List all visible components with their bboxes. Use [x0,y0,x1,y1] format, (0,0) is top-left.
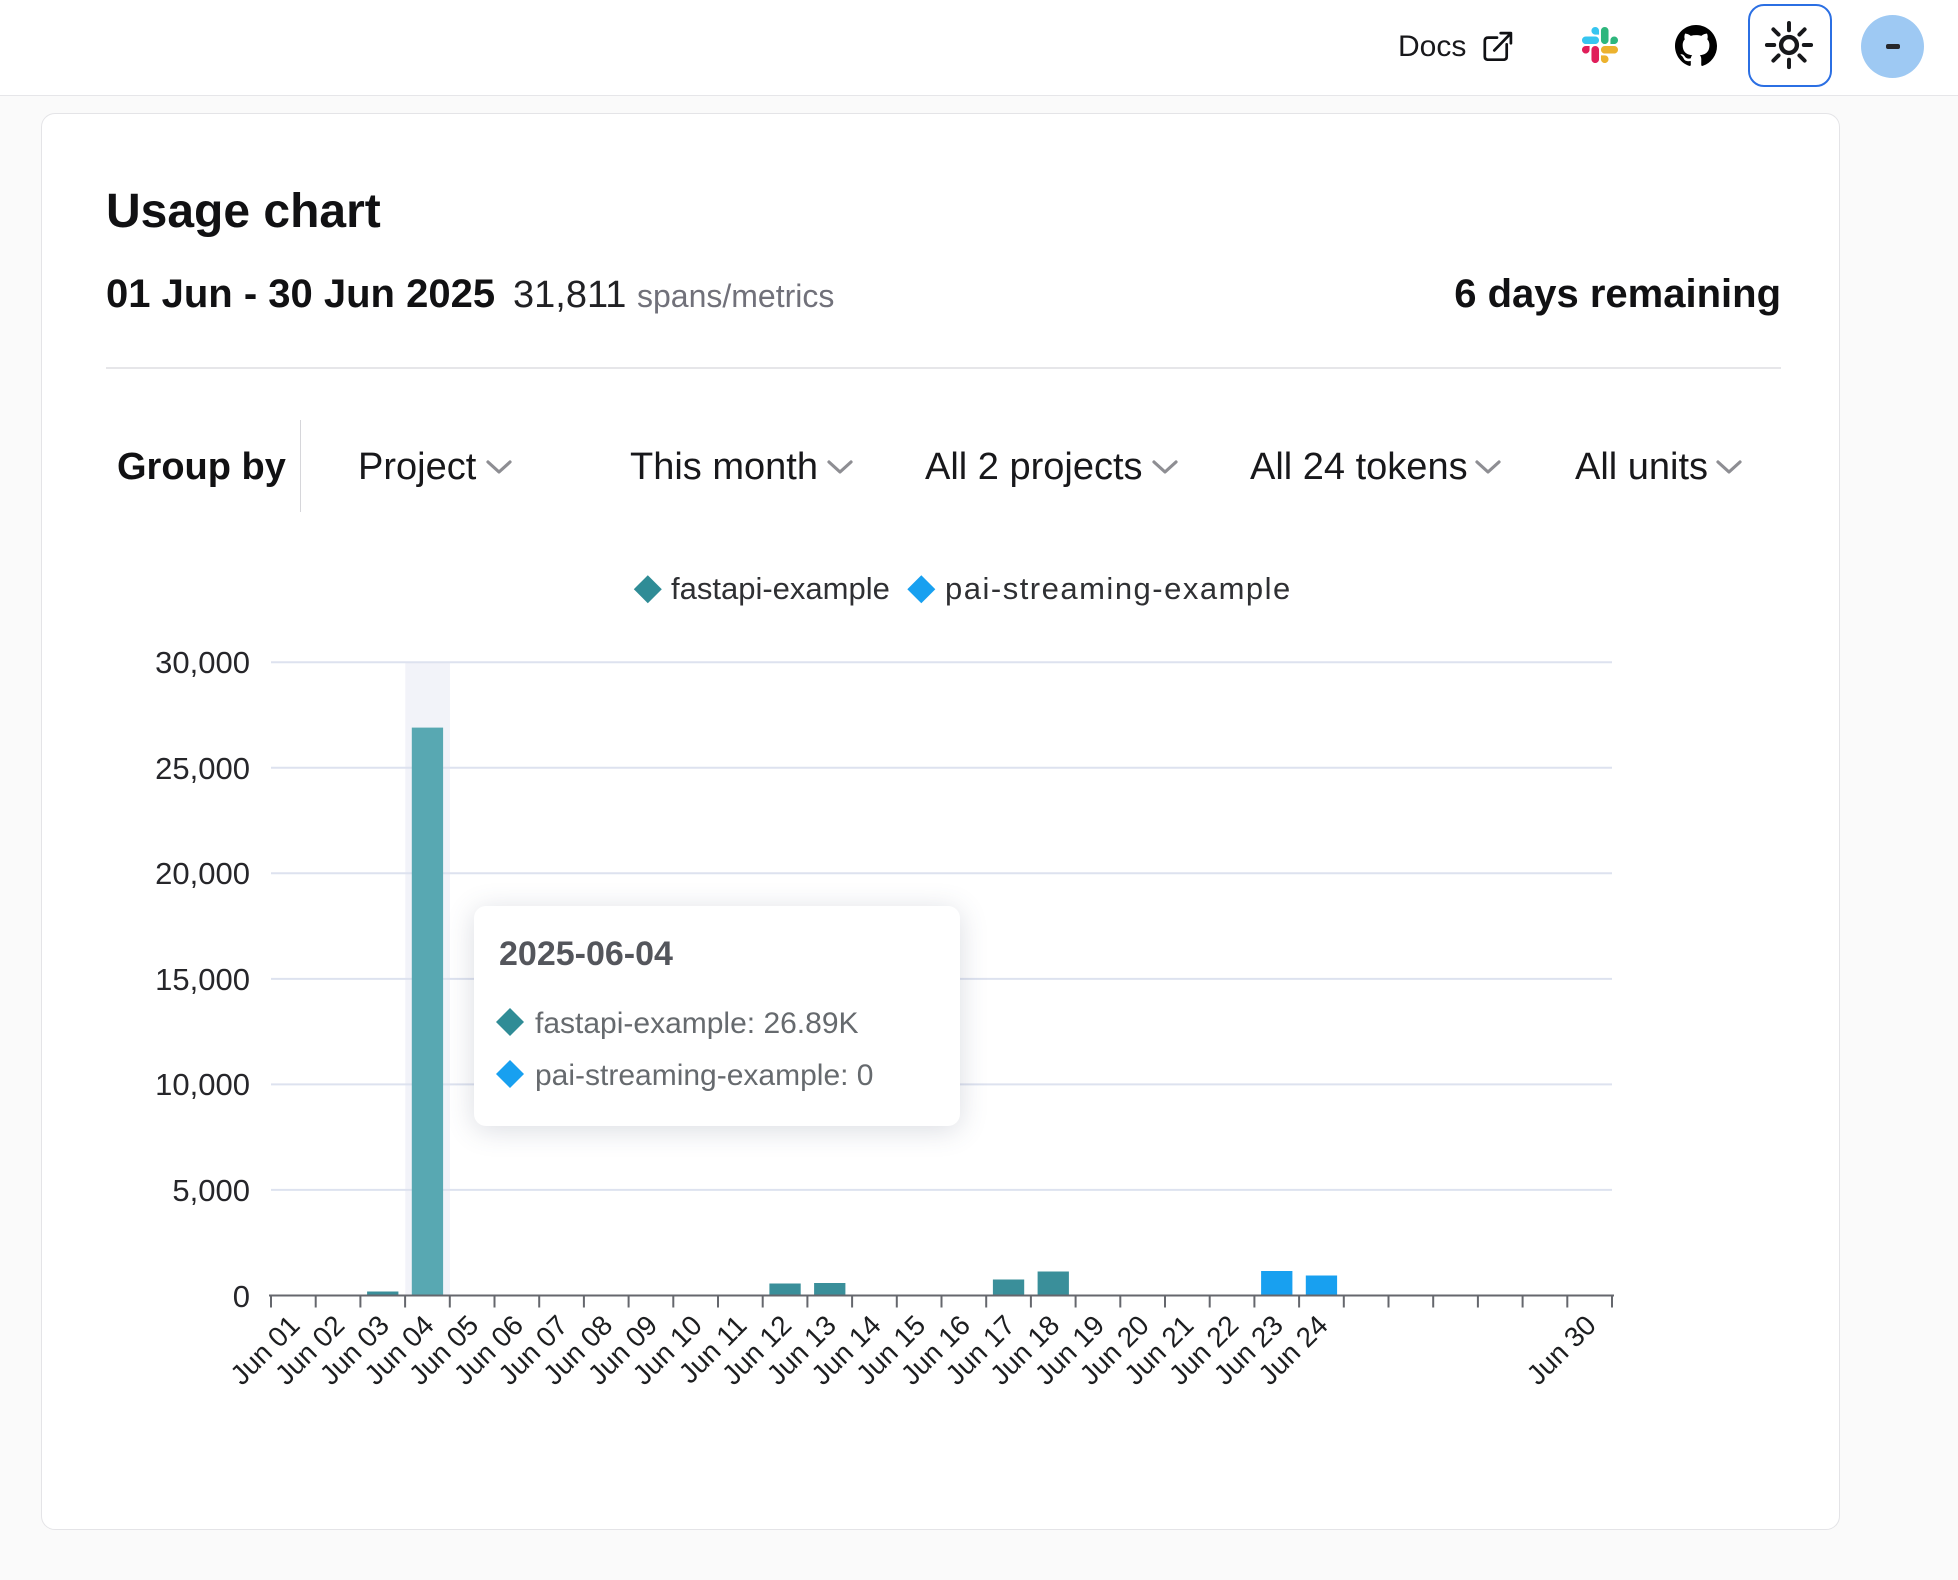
svg-text:5,000: 5,000 [172,1173,250,1208]
svg-text:15,000: 15,000 [155,962,250,997]
svg-text:Jun 30: Jun 30 [1521,1309,1602,1390]
svg-text:30,000: 30,000 [155,645,250,680]
svg-text:fastapi-example: fastapi-example [671,571,890,606]
svg-text:25,000: 25,000 [155,751,250,786]
svg-text:20,000: 20,000 [155,856,250,891]
svg-text:pai-streaming-example: pai-streaming-example [945,571,1292,606]
svg-text:0: 0 [233,1279,250,1314]
svg-text:10,000: 10,000 [155,1067,250,1102]
